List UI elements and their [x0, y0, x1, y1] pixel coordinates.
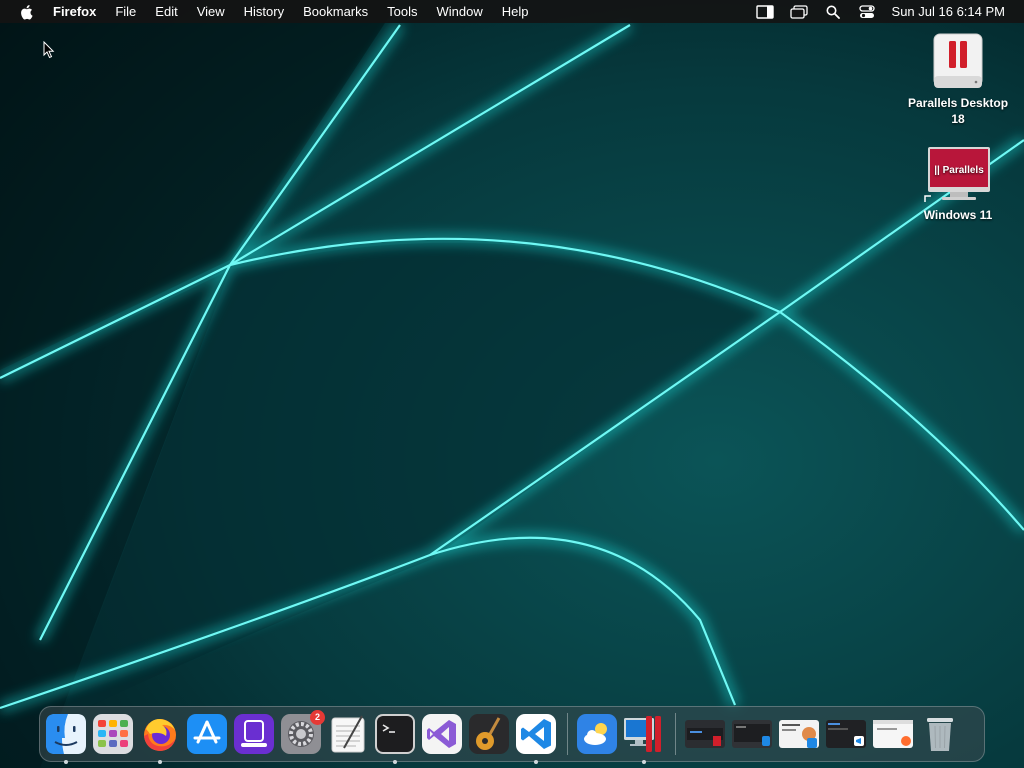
minimized-window-thumbnail-icon	[687, 728, 723, 746]
menu-history[interactable]: History	[244, 0, 284, 23]
minimized-window-thumbnail-icon	[873, 720, 913, 746]
menu-bar: Firefox File Edit View History Bookmarks…	[0, 0, 1024, 23]
dock-textedit[interactable]	[328, 714, 368, 754]
minimized-window-thumbnail-icon	[828, 723, 864, 746]
dock-garageband[interactable]	[469, 714, 509, 754]
dock-firefox[interactable]	[140, 714, 180, 764]
dock-minimized-window[interactable]	[826, 720, 866, 748]
minimized-window-thumbnail-icon	[782, 724, 817, 748]
running-indicator	[393, 760, 397, 764]
firefox-icon	[144, 719, 176, 751]
running-indicator	[534, 760, 538, 764]
dock-visual-studio[interactable]	[422, 714, 462, 754]
dock-separator	[567, 713, 568, 755]
notification-badge: 2	[310, 710, 325, 725]
dock-system-settings[interactable]: 2	[281, 710, 325, 754]
dock-trash[interactable]	[920, 714, 960, 754]
trash-icon	[927, 718, 953, 751]
menu-file[interactable]: File	[115, 0, 136, 23]
menu-edit[interactable]: Edit	[155, 0, 177, 23]
parallels-vm-monitor-icon: || Parallels	[924, 147, 990, 202]
desktop-icon-parallels-desktop[interactable]: Parallels Desktop 18	[903, 32, 1013, 127]
dock-terminal[interactable]	[375, 714, 415, 764]
finder-icon	[46, 714, 86, 754]
launchpad-icon	[93, 714, 133, 754]
vscode-icon	[516, 714, 556, 754]
running-indicator	[64, 760, 68, 764]
sidebar-icon[interactable]	[755, 4, 774, 19]
alias-arrow-icon	[924, 195, 931, 202]
desktop-wallpaper	[0, 0, 1024, 768]
desktop-icon-label: Parallels Desktop	[907, 96, 1009, 110]
menu-app-firefox[interactable]: Firefox	[53, 0, 96, 23]
spotlight-icon[interactable]	[824, 5, 842, 19]
dock-minimized-window[interactable]	[873, 720, 913, 748]
apple-menu-icon[interactable]	[19, 4, 35, 20]
control-center-icon[interactable]	[858, 4, 876, 19]
dock-separator	[675, 713, 676, 755]
dock-vscode[interactable]	[516, 714, 556, 764]
menu-view[interactable]: View	[197, 0, 225, 23]
guitar-icon	[469, 714, 509, 754]
dock-weather[interactable]	[577, 714, 617, 754]
dock-apple-configurator[interactable]	[234, 714, 274, 754]
weather-icon	[577, 714, 617, 754]
window-icon[interactable]	[789, 4, 808, 19]
menu-help[interactable]: Help	[502, 0, 529, 23]
dock-parallels-desktop[interactable]	[624, 714, 664, 764]
dock-minimized-window[interactable]	[732, 720, 772, 748]
running-indicator	[158, 760, 162, 764]
dock: 2	[39, 706, 985, 764]
app-store-icon	[187, 714, 227, 754]
mouse-cursor-icon	[43, 41, 55, 59]
dock-app-store[interactable]	[187, 714, 227, 754]
parallels-drive-icon	[933, 33, 983, 88]
dock-launchpad[interactable]	[93, 714, 133, 754]
dock-minimized-window[interactable]	[779, 720, 819, 748]
dock-minimized-window[interactable]	[685, 720, 725, 748]
desktop-icon-label: 18	[951, 112, 965, 126]
desktop-icon-windows-11[interactable]: || Parallels Windows 11	[903, 146, 1013, 223]
menu-bookmarks[interactable]: Bookmarks	[303, 0, 368, 23]
running-indicator	[642, 760, 646, 764]
menu-tools[interactable]: Tools	[387, 0, 417, 23]
apple-configurator-icon	[234, 714, 274, 754]
textedit-icon	[331, 715, 365, 753]
terminal-icon	[375, 714, 415, 754]
parallels-icon	[624, 716, 661, 752]
visual-studio-icon	[422, 714, 462, 754]
minimized-window-thumbnail-icon	[734, 724, 770, 746]
desktop-icon-label: Windows 11	[923, 208, 993, 222]
monitor-screen-text: || Parallels	[934, 165, 984, 176]
dock-finder[interactable]	[46, 714, 86, 764]
menu-bar-clock[interactable]: Sun Jul 16 6:14 PM	[892, 4, 1005, 19]
menu-window[interactable]: Window	[437, 0, 483, 23]
